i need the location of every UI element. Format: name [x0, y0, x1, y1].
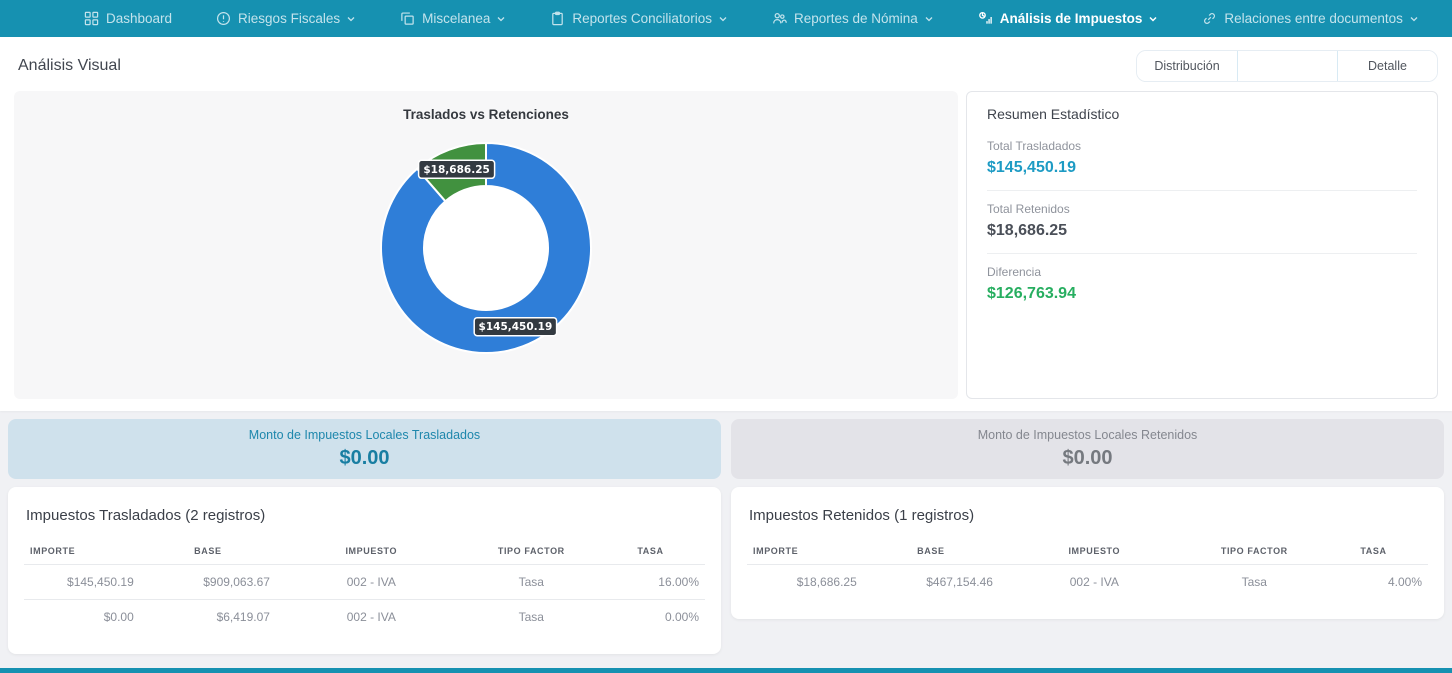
stat-value: $145,450.19	[987, 159, 1417, 177]
dashboard-grid-icon	[84, 11, 99, 26]
chevron-down-icon	[718, 14, 728, 24]
nav-item-miscelanea[interactable]: Miscelanea	[400, 11, 506, 26]
chevron-down-icon	[496, 14, 506, 24]
nav-item-label: Miscelanea	[422, 11, 490, 26]
column-header: TASA	[1319, 538, 1428, 565]
stat-value: $18,686.25	[987, 222, 1417, 240]
table-header-row: IMPORTE BASE IMPUESTO TIPO FACTOR TASA	[747, 538, 1428, 565]
stat-total-trasladados: Total Trasladados $145,450.19	[987, 128, 1417, 191]
band-value: $0.00	[1062, 447, 1112, 470]
tax-tables: Impuestos Trasladados (2 registros) IMPO…	[8, 487, 1444, 654]
table-row: $145,450.19 $909,063.67 002 - IVA Tasa 1…	[24, 565, 705, 600]
nav-item-reportes-conciliatorios[interactable]: Reportes Conciliatorios	[550, 11, 728, 26]
distribucion-button[interactable]: Distribución	[1137, 51, 1237, 81]
chevron-down-icon	[346, 14, 356, 24]
stat-total-retenidos: Total Retenidos $18,686.25	[987, 191, 1417, 254]
column-header: IMPUESTO	[276, 538, 467, 565]
cell-base: $6,419.07	[140, 600, 276, 635]
chevron-down-icon	[1409, 14, 1419, 24]
cell-importe: $18,686.25	[747, 565, 863, 600]
cell-tipo-factor: Tasa	[467, 600, 596, 635]
band-label: Monto de Impuestos Locales Retenidos	[978, 428, 1198, 442]
cell-impuesto: 002 - IVA	[276, 565, 467, 600]
chevron-down-icon	[924, 14, 934, 24]
band-locales-retenidos: Monto de Impuestos Locales Retenidos $0.…	[731, 419, 1444, 479]
chart-title: Traslados vs Retenciones	[403, 107, 569, 122]
trasladados-table-card: Impuestos Trasladados (2 registros) IMPO…	[8, 487, 721, 654]
trasladados-table: IMPORTE BASE IMPUESTO TIPO FACTOR TASA $…	[24, 538, 705, 634]
table-title: Impuestos Retenidos (1 registros)	[747, 503, 1428, 538]
cell-tasa: 0.00%	[596, 600, 705, 635]
retenidos-table: IMPORTE BASE IMPUESTO TIPO FACTOR TASA $…	[747, 538, 1428, 599]
stat-label: Diferencia	[987, 265, 1417, 279]
cell-base: $909,063.67	[140, 565, 276, 600]
table-row: $0.00 $6,419.07 002 - IVA Tasa 0.00%	[24, 600, 705, 635]
nav-item-label: Análisis de Impuestos	[1000, 11, 1143, 26]
nav-item-dashboard[interactable]: Dashboard	[84, 11, 172, 26]
screen: Dashboard Riesgos Fiscales Miscelanea	[0, 0, 1452, 673]
nav-item-label: Dashboard	[106, 11, 172, 26]
detalle-button[interactable]: Detalle	[1337, 51, 1437, 81]
chevron-down-icon	[1148, 14, 1158, 24]
stat-value: $126,763.94	[987, 285, 1417, 303]
cell-tasa: 16.00%	[596, 565, 705, 600]
column-header: TIPO FACTOR	[467, 538, 596, 565]
svg-text:$18,686.25: $18,686.25	[423, 164, 489, 176]
donut-chart: $145,450.19 $18,686.25	[366, 128, 606, 368]
nav-item-reportes-nomina[interactable]: Reportes de Nómina	[772, 11, 934, 26]
nav-item-label: Reportes de Nómina	[794, 11, 918, 26]
alert-circle-icon	[216, 11, 231, 26]
nav-item-analisis-impuestos[interactable]: Análisis de Impuestos	[978, 11, 1159, 26]
column-header: TASA	[596, 538, 705, 565]
link-icon	[1202, 11, 1217, 26]
middle-view-button[interactable]	[1237, 51, 1337, 81]
users-icon	[772, 11, 787, 26]
svg-text:$145,450.19: $145,450.19	[479, 321, 553, 333]
cell-base: $467,154.46	[863, 565, 999, 600]
locales-bands: Monto de Impuestos Locales Trasladados $…	[8, 419, 1444, 479]
band-label: Monto de Impuestos Locales Trasladados	[249, 428, 480, 442]
stat-label: Total Retenidos	[987, 202, 1417, 216]
column-header: BASE	[863, 538, 999, 565]
cell-importe: $0.00	[24, 600, 140, 635]
analysis-panel: Análisis Visual Distribución Detalle Tra…	[0, 37, 1452, 411]
band-value: $0.00	[339, 447, 389, 470]
column-header: IMPORTE	[747, 538, 863, 565]
page-title: Análisis Visual	[18, 57, 121, 75]
table-header-row: IMPORTE BASE IMPUESTO TIPO FACTOR TASA	[24, 538, 705, 565]
stat-diferencia: Diferencia $126,763.94	[987, 254, 1417, 316]
cell-impuesto: 002 - IVA	[276, 600, 467, 635]
copy-icon	[400, 11, 415, 26]
column-header: IMPORTE	[24, 538, 140, 565]
band-locales-trasladados: Monto de Impuestos Locales Trasladados $…	[8, 419, 721, 479]
nav-item-label: Riesgos Fiscales	[238, 11, 340, 26]
cell-impuesto: 002 - IVA	[999, 565, 1190, 600]
column-header: IMPUESTO	[999, 538, 1190, 565]
summary-title: Resumen Estadístico	[987, 106, 1417, 122]
bottom-accent-bar	[0, 668, 1452, 673]
summary-panel: Resumen Estadístico Total Trasladados $1…	[966, 91, 1438, 399]
nav-item-label: Relaciones entre documentos	[1224, 11, 1403, 26]
table-title: Impuestos Trasladados (2 registros)	[24, 503, 705, 538]
cell-tipo-factor: Tasa	[1190, 565, 1319, 600]
column-header: BASE	[140, 538, 276, 565]
cell-importe: $145,450.19	[24, 565, 140, 600]
table-row: $18,686.25 $467,154.46 002 - IVA Tasa 4.…	[747, 565, 1428, 600]
nav-item-riesgos-fiscales[interactable]: Riesgos Fiscales	[216, 11, 356, 26]
cell-tasa: 4.00%	[1319, 565, 1428, 600]
clipboard-icon	[550, 11, 565, 26]
retenidos-table-card: Impuestos Retenidos (1 registros) IMPORT…	[731, 487, 1444, 619]
cell-tipo-factor: Tasa	[467, 565, 596, 600]
chart-meter-icon	[978, 11, 993, 26]
view-switcher: Distribución Detalle	[1136, 50, 1438, 82]
column-header: TIPO FACTOR	[1190, 538, 1319, 565]
stat-label: Total Trasladados	[987, 139, 1417, 153]
nav-item-relaciones-documentos[interactable]: Relaciones entre documentos	[1202, 11, 1419, 26]
nav-item-label: Reportes Conciliatorios	[572, 11, 712, 26]
top-nav: Dashboard Riesgos Fiscales Miscelanea	[0, 0, 1452, 37]
donut-chart-card: Traslados vs Retenciones $145,450.19 $18,…	[14, 91, 958, 399]
